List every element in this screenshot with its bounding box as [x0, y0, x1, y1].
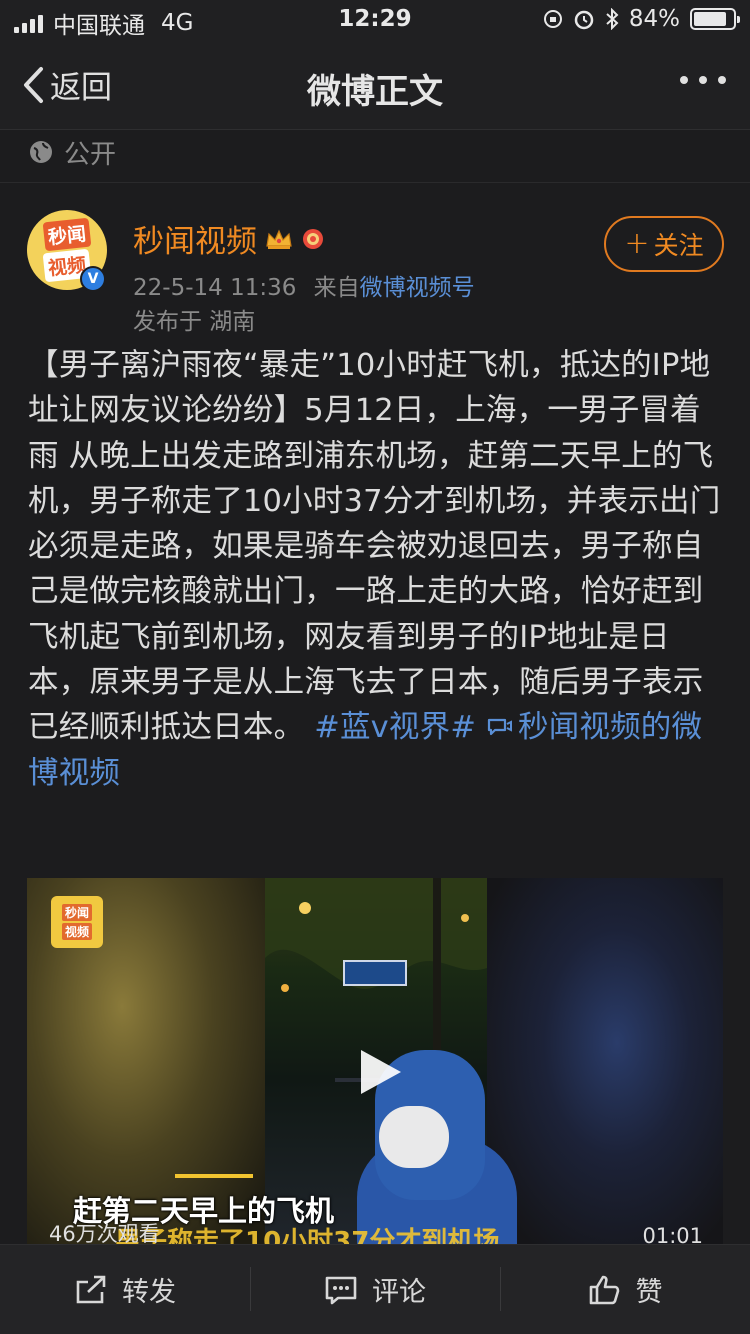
- like-button[interactable]: 赞: [500, 1245, 750, 1334]
- video-subtitle: 男子称走了10小时37分才到机场: [115, 1227, 500, 1244]
- post-source-link[interactable]: 微博视频号: [360, 275, 475, 301]
- video-duration: 01:01: [642, 1224, 703, 1244]
- play-icon[interactable]: [353, 1046, 405, 1098]
- caption-bar: [175, 1174, 253, 1178]
- author-name[interactable]: 秒闻视频: [133, 216, 325, 261]
- battery-icon: [690, 8, 740, 30]
- back-label: 返回: [50, 70, 112, 106]
- video-link-icon: [487, 719, 512, 736]
- post-meta: 22-5-14 11:36 来自微博视频号: [133, 268, 475, 302]
- bottom-toolbar: 转发 评论 赞: [0, 1244, 750, 1334]
- post-date: 22-5-14 11:36: [133, 275, 297, 301]
- hashtag-link[interactable]: #蓝v视界#: [314, 710, 476, 745]
- more-dot-icon: [699, 76, 707, 84]
- plus-icon: +: [624, 225, 650, 261]
- follow-button[interactable]: + 关注: [604, 216, 724, 272]
- follow-label: 关注: [653, 231, 704, 260]
- status-right: 84%: [543, 6, 740, 32]
- crown-icon: [266, 229, 292, 249]
- thumbs-up-icon: [589, 1275, 619, 1304]
- avatar-text-1: 秒闻: [42, 217, 92, 252]
- video-logo-text-1: 秒闻: [61, 904, 92, 921]
- alarm-icon: [574, 10, 594, 30]
- street-sign: [343, 960, 407, 986]
- chevron-left-icon: [24, 66, 43, 103]
- from-prefix: 来自: [313, 275, 360, 301]
- globe-icon: [30, 141, 52, 163]
- divider: [0, 182, 750, 183]
- post-location: 发布于 湖南: [133, 309, 256, 335]
- video-blur-right: [487, 878, 723, 1244]
- video-logo: 秒闻 视频: [51, 896, 103, 948]
- comment-button[interactable]: 评论: [250, 1245, 500, 1334]
- more-button[interactable]: [680, 76, 726, 84]
- visibility-label: 公开: [64, 139, 117, 170]
- post-body: 【男子离沪雨夜“暴走”10小时赶飞机，抵达的IP地址让网友议论纷纷】5月12日，…: [28, 343, 728, 796]
- video-logo-text-2: 视频: [61, 923, 92, 940]
- visibility-row: 公开: [28, 134, 116, 170]
- like-label: 赞: [635, 1277, 663, 1308]
- verified-badge-icon: V: [80, 266, 106, 292]
- repost-icon: [76, 1275, 106, 1303]
- video-views: 46万次观看: [49, 1222, 160, 1244]
- person-mask: [379, 1106, 449, 1168]
- author-name-text: 秒闻视频: [133, 224, 257, 260]
- more-dot-icon: [718, 76, 726, 84]
- video-player[interactable]: 秒闻 视频 赶第二天早上的飞机 男子称走了10小时37分才到机场 46万次观看 …: [27, 878, 723, 1244]
- repost-button[interactable]: 转发: [0, 1245, 250, 1334]
- bluetooth-icon: [606, 8, 619, 30]
- battery-fill: [694, 12, 726, 26]
- battery-percent: 84%: [628, 6, 680, 32]
- page-title: 微博正文: [307, 72, 443, 112]
- comment-label: 评论: [372, 1277, 426, 1308]
- post-text: 【男子离沪雨夜“暴走”10小时赶飞机，抵达的IP地址让网友议论纷纷】5月12日，…: [28, 348, 721, 746]
- status-bar: 中国联通 4G 12:29 84%: [0, 0, 750, 40]
- repost-label: 转发: [122, 1277, 176, 1308]
- comment-icon: [325, 1276, 357, 1304]
- more-dot-icon: [680, 76, 688, 84]
- nav-bar: 返回 微博正文: [0, 40, 750, 130]
- back-button[interactable]: 返回: [22, 62, 112, 107]
- lock-rotation-icon: [543, 10, 562, 28]
- medal-icon: [303, 228, 323, 249]
